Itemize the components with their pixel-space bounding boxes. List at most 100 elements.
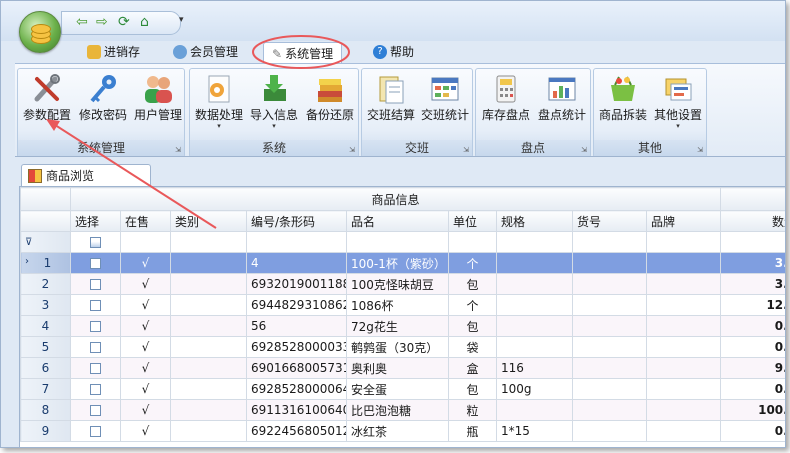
select-cell[interactable] bbox=[70, 336, 121, 358]
param-config-button[interactable]: 参数配置 bbox=[20, 71, 74, 122]
row-number[interactable]: 9 bbox=[20, 420, 71, 442]
select-checkbox[interactable] bbox=[90, 363, 101, 374]
category-cell[interactable] bbox=[170, 336, 247, 358]
unit-cell[interactable]: 包 bbox=[448, 315, 497, 337]
brand-cell[interactable] bbox=[645, 252, 722, 274]
dialog-launcher-icon[interactable]: ⇲ bbox=[349, 146, 355, 154]
name-cell[interactable]: 鹌鹑蛋（30克） bbox=[346, 336, 449, 358]
name-cell[interactable]: 1086杯 bbox=[346, 294, 449, 316]
select-checkbox[interactable] bbox=[90, 258, 101, 269]
onsale-cell[interactable]: √ bbox=[120, 273, 171, 295]
qty-cell[interactable]: 3.0 bbox=[720, 273, 785, 295]
select-cell[interactable] bbox=[70, 420, 121, 442]
column-header[interactable]: 选择 bbox=[70, 210, 121, 232]
user-management-button[interactable]: 用户管理 bbox=[132, 71, 184, 122]
filter-cell[interactable] bbox=[720, 231, 785, 253]
row-number[interactable]: 2 bbox=[20, 273, 71, 295]
filter-cell[interactable] bbox=[170, 231, 247, 253]
column-header[interactable]: 品牌 bbox=[645, 210, 722, 232]
table-row[interactable]: 2 √ 6932019001188100克怪味胡豆包 3.0 bbox=[20, 273, 785, 295]
data-processing-button[interactable]: 数据处理 ▾ bbox=[192, 71, 246, 130]
column-header[interactable]: 在售 bbox=[120, 210, 171, 232]
shift-settle-button[interactable]: 交班结算 bbox=[364, 71, 418, 122]
filter-cell[interactable] bbox=[645, 231, 722, 253]
item-no-cell[interactable] bbox=[572, 420, 647, 442]
qty-cell[interactable]: 0.0 bbox=[720, 378, 785, 400]
item-no-cell[interactable] bbox=[572, 399, 647, 421]
brand-cell[interactable] bbox=[645, 273, 722, 295]
forward-arrow-icon[interactable]: ⇨ bbox=[96, 14, 108, 30]
onsale-cell[interactable]: √ bbox=[120, 357, 171, 379]
unit-cell[interactable]: 个 bbox=[448, 294, 497, 316]
product-split-button[interactable]: 商品拆装 bbox=[596, 71, 650, 122]
spec-cell[interactable] bbox=[496, 252, 573, 274]
select-cell[interactable] bbox=[70, 378, 121, 400]
select-cell[interactable] bbox=[70, 357, 121, 379]
name-cell[interactable]: 奥利奥 bbox=[346, 357, 449, 379]
code-cell[interactable]: 56 bbox=[246, 315, 347, 337]
category-cell[interactable] bbox=[170, 420, 247, 442]
filter-cell[interactable] bbox=[346, 231, 449, 253]
spec-cell[interactable] bbox=[496, 336, 573, 358]
code-cell[interactable]: 6911316100640 bbox=[246, 399, 347, 421]
select-checkbox[interactable] bbox=[90, 321, 101, 332]
name-cell[interactable]: 比巴泡泡糖 bbox=[346, 399, 449, 421]
table-row[interactable]: 6 √ 6901668005731奥利奥盒116 9.0 bbox=[20, 357, 785, 379]
stocktake-stats-button[interactable]: 盘点统计 bbox=[534, 71, 590, 122]
select-checkbox[interactable] bbox=[90, 384, 101, 395]
category-cell[interactable] bbox=[170, 252, 247, 274]
code-cell[interactable]: 4 bbox=[246, 252, 347, 274]
category-cell[interactable] bbox=[170, 315, 247, 337]
tab-inventory[interactable]: 进销存 bbox=[87, 43, 140, 61]
select-cell[interactable] bbox=[70, 294, 121, 316]
qty-cell[interactable]: 9.0 bbox=[720, 357, 785, 379]
qty-cell[interactable]: 3.0 bbox=[720, 252, 785, 274]
column-header[interactable]: 编号/条形码 bbox=[246, 210, 347, 232]
tab-members[interactable]: 会员管理 bbox=[173, 43, 238, 61]
code-cell[interactable]: 6932019001188 bbox=[246, 273, 347, 295]
other-settings-button[interactable]: 其他设置 ▾ bbox=[650, 71, 706, 130]
brand-cell[interactable] bbox=[645, 399, 722, 421]
dialog-launcher-icon[interactable]: ⇲ bbox=[175, 146, 181, 154]
row-number[interactable]: › 1 bbox=[20, 252, 71, 274]
select-cell[interactable] bbox=[70, 273, 121, 295]
code-cell[interactable]: 6922456805012 bbox=[246, 420, 347, 442]
select-checkbox[interactable] bbox=[90, 426, 101, 437]
qty-cell[interactable]: 100.0 bbox=[720, 399, 785, 421]
qty-cell[interactable]: 0.0 bbox=[720, 420, 785, 442]
onsale-cell[interactable]: √ bbox=[120, 294, 171, 316]
row-number[interactable]: 8 bbox=[20, 399, 71, 421]
backup-restore-button[interactable]: 备份还原 bbox=[302, 71, 358, 122]
select-cell[interactable] bbox=[70, 315, 121, 337]
code-cell[interactable]: 6901668005731 bbox=[246, 357, 347, 379]
item-no-cell[interactable] bbox=[572, 315, 647, 337]
table-row[interactable]: 3 √ 69448293108621086杯个 12.0 bbox=[20, 294, 785, 316]
unit-cell[interactable]: 个 bbox=[448, 252, 497, 274]
code-cell[interactable]: 6928528000033 bbox=[246, 336, 347, 358]
item-no-cell[interactable] bbox=[572, 252, 647, 274]
unit-cell[interactable]: 瓶 bbox=[448, 420, 497, 442]
filter-cell[interactable] bbox=[448, 231, 497, 253]
brand-cell[interactable] bbox=[645, 378, 722, 400]
qty-cell[interactable]: 12.0 bbox=[720, 294, 785, 316]
filter-cell[interactable] bbox=[246, 231, 347, 253]
filter-cell[interactable] bbox=[496, 231, 573, 253]
item-no-cell[interactable] bbox=[572, 378, 647, 400]
column-header[interactable]: 类别 bbox=[170, 210, 247, 232]
qty-cell[interactable]: 0.0 bbox=[720, 336, 785, 358]
onsale-cell[interactable]: √ bbox=[120, 336, 171, 358]
spec-cell[interactable] bbox=[496, 294, 573, 316]
app-menu-button[interactable] bbox=[19, 11, 61, 53]
change-password-button[interactable]: 修改密码 bbox=[76, 71, 130, 122]
table-row[interactable]: ›1 √ 4100-1杯（紫砂）个 3.0 bbox=[20, 252, 785, 274]
dialog-launcher-icon[interactable]: ⇲ bbox=[581, 146, 587, 154]
spec-cell[interactable] bbox=[496, 273, 573, 295]
tab-product-browse[interactable]: 商品浏览 bbox=[21, 164, 151, 186]
row-number[interactable]: 6 bbox=[20, 357, 71, 379]
table-row[interactable]: 7 √ 6928528000064安全蛋包100g 0.0 bbox=[20, 378, 785, 400]
row-number[interactable]: 5 bbox=[20, 336, 71, 358]
dialog-launcher-icon[interactable]: ⇲ bbox=[697, 146, 703, 154]
back-arrow-icon[interactable]: ⇦ bbox=[76, 14, 88, 30]
table-row[interactable]: 8 √ 6911316100640比巴泡泡糖粒 100.0 bbox=[20, 399, 785, 421]
brand-cell[interactable] bbox=[645, 294, 722, 316]
